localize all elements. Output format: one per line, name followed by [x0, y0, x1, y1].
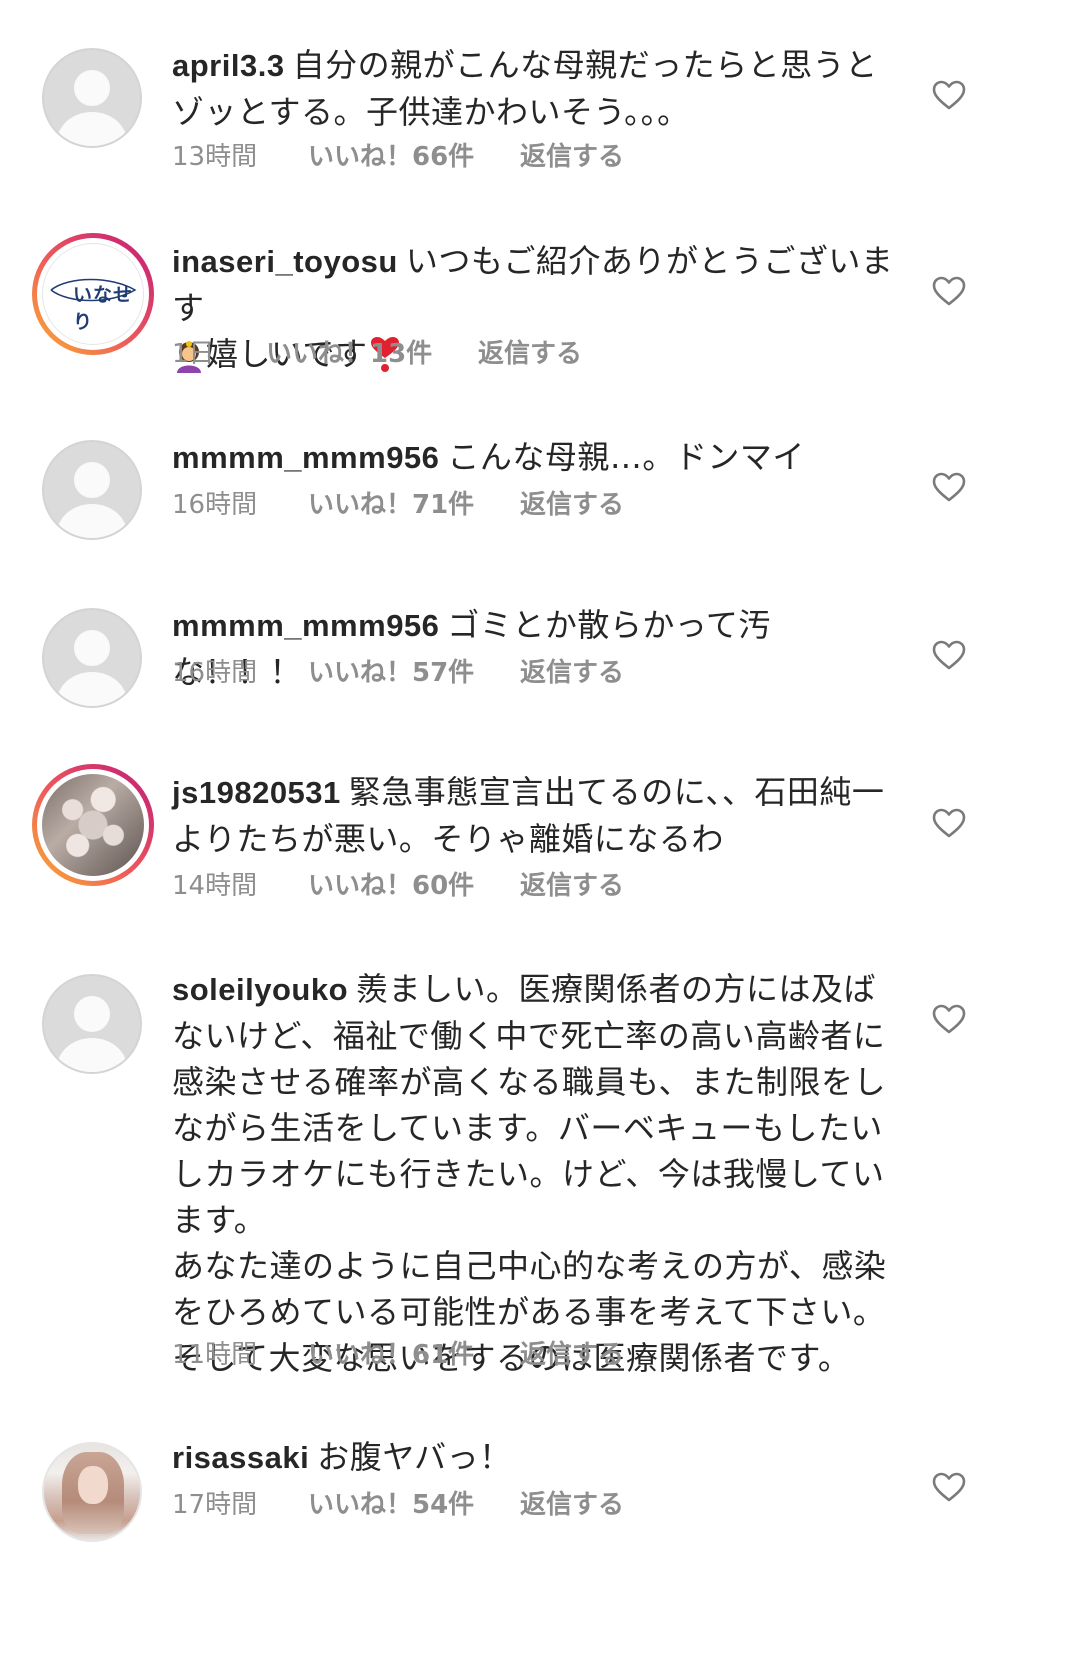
logo-text: いなせり: [73, 284, 134, 333]
avatar[interactable]: [42, 440, 142, 540]
comment-meta: 13時間 いいね！66件 返信する: [172, 142, 624, 172]
comment-likes-button[interactable]: いいね！60件: [308, 871, 520, 901]
reply-button[interactable]: 返信する: [520, 490, 624, 520]
default-avatar-icon: [42, 48, 142, 148]
avatar[interactable]: いなせり: [32, 233, 154, 355]
comment-time: 1日: [172, 339, 215, 369]
photo-avatar-with-story-ring: [42, 774, 144, 876]
comment-meta: 16時間 いいね！57件 返信する: [172, 658, 624, 688]
comment-likes-button[interactable]: いいね！71件: [308, 490, 520, 520]
reply-button[interactable]: 返信する: [520, 1340, 624, 1370]
comment-likes-button[interactable]: いいね！13件: [266, 339, 478, 369]
comment-time: 16時間: [172, 658, 258, 688]
comment-likes-button[interactable]: いいね！66件: [308, 142, 520, 172]
heart-outline-icon[interactable]: [932, 276, 966, 306]
logo-avatar: いなせり: [42, 243, 144, 345]
heart-outline-icon[interactable]: [932, 1472, 966, 1502]
comment-username[interactable]: soleilyouko: [172, 972, 348, 1007]
comment-text: soleilyouko 羨ましい。医療関係者の方には及ばないけど、福祉で働く中で死…: [172, 966, 894, 1381]
avatar[interactable]: [42, 608, 142, 708]
comment-time: 14時間: [172, 871, 258, 901]
heart-outline-icon[interactable]: [932, 808, 966, 838]
photo-avatar: [42, 1442, 142, 1542]
reply-button[interactable]: 返信する: [520, 142, 624, 172]
comment-time: 11時間: [172, 1340, 258, 1370]
comment-meta: 14時間 いいね！60件 返信する: [172, 871, 624, 901]
reply-button[interactable]: 返信する: [520, 1490, 624, 1520]
comment-username[interactable]: inaseri_toyosu: [172, 244, 398, 279]
comment-text: risassaki お腹ヤバっ！: [172, 1434, 894, 1481]
heart-outline-icon[interactable]: [932, 640, 966, 670]
comment-likes-button[interactable]: いいね！54件: [308, 1490, 520, 1520]
comment-time: 16時間: [172, 490, 258, 520]
comment-meta: 17時間 いいね！54件 返信する: [172, 1490, 624, 1520]
default-avatar-icon: [42, 440, 142, 540]
avatar[interactable]: [42, 48, 142, 148]
comment-text: js19820531 緊急事態宣言出てるのに、、石田純一よりたちが悪い。そりゃ離婚…: [172, 769, 894, 862]
comment-username[interactable]: risassaki: [172, 1440, 309, 1475]
reply-button[interactable]: 返信する: [520, 658, 624, 688]
comment-body: こんな母親…。ドンマイ: [447, 438, 805, 476]
comment-likes-button[interactable]: いいね！57件: [308, 658, 520, 688]
avatar[interactable]: [42, 974, 142, 1074]
heart-outline-icon[interactable]: [932, 1004, 966, 1034]
comment-time: 13時間: [172, 142, 258, 172]
reply-button[interactable]: 返信する: [520, 871, 624, 901]
comment-username[interactable]: mmmm_mmm956: [172, 440, 439, 475]
default-avatar-icon: [42, 974, 142, 1074]
comment-username[interactable]: mmmm_mmm956: [172, 608, 439, 643]
comment-body: お腹ヤバっ！: [317, 1438, 512, 1476]
comment-text: mmmm_mmm956 こんな母親…。ドンマイ: [172, 434, 894, 481]
heart-outline-icon[interactable]: [932, 472, 966, 502]
comment-meta: 16時間 いいね！71件 返信する: [172, 490, 624, 520]
comment-text: april3.3 自分の親がこんな母親だったらと思うとゾッとする。子供達かわいそう…: [172, 42, 894, 135]
comment-meta: 1日 いいね！13件 返信する: [172, 339, 582, 369]
default-avatar-icon: [42, 608, 142, 708]
comment-body: 羨ましい。医療関係者の方には及ばないけど、福祉で働く中で死亡率の高い高齢者に感染…: [172, 970, 887, 1377]
avatar[interactable]: [42, 1442, 142, 1542]
comment-time: 17時間: [172, 1490, 258, 1520]
comment-likes-button[interactable]: いいね！61件: [308, 1340, 520, 1370]
avatar[interactable]: [32, 764, 154, 886]
comment-meta: 11時間 いいね！61件 返信する: [172, 1340, 624, 1370]
reply-button[interactable]: 返信する: [478, 339, 582, 369]
comment-username[interactable]: april3.3: [172, 48, 285, 83]
heart-outline-icon[interactable]: [932, 80, 966, 110]
comment-username[interactable]: js19820531: [172, 775, 341, 810]
